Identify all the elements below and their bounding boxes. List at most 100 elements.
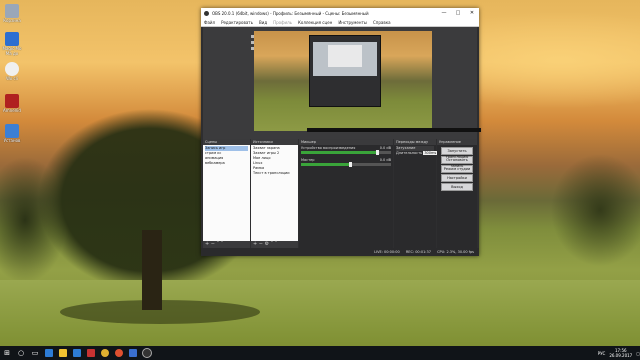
explorer-icon[interactable] [56,346,70,360]
source-item[interactable]: Текст в трансляции [253,171,296,176]
preview-canvas[interactable] [254,31,481,132]
live-status: LIVE: 00:00:00 [374,250,400,254]
scene-item[interactable]: вебкамера [205,161,248,166]
notifications-icon[interactable]: ▢ [636,351,640,356]
desktop-icon-install[interactable]: Установ [2,124,22,143]
mixer-dock: Микшер Устройство воспроизведения 0.0 dB… [299,139,393,248]
volume-level [301,151,378,154]
start-icon[interactable]: ⊞ [0,346,14,360]
app-icon [5,32,19,46]
window-title: OBS 20.0.1 (64bit, windows) - Профиль: Б… [212,10,369,16]
desktop-icon-label: Установ [3,138,21,143]
menu-file[interactable]: Файл [204,20,215,25]
chrome-icon[interactable] [98,346,112,360]
sources-toolbar: + − ⚙ ˄ ˅ [251,241,298,248]
mixer-channel: Устройство воспроизведения 0.0 dB [301,146,391,155]
start-streaming-button[interactable]: Запустить трансляцию [441,147,473,159]
menu-tools[interactable]: Инструменты [338,20,367,25]
nested-preview-window [328,45,362,67]
sources-list: Захват экрана Захват игры 2 Мое лицо Lin… [251,145,298,241]
docks: Сцены Запись игр стрим кс анимация вебка… [203,139,477,248]
volume-meter [301,162,391,167]
studio-mode-button[interactable]: Режим студии [441,165,473,173]
status-bar: LIVE: 00:00:00 REC: 00:01:37 CPU: 2.3%, … [201,248,479,256]
app-icon [5,94,19,108]
down-icon[interactable]: ˅ [221,241,224,247]
volume-meter [301,150,391,155]
clock[interactable]: 17:56 26.09.2017 [609,348,632,358]
wallpaper-tree-trunk [142,230,162,310]
language-indicator[interactable]: РУС [598,351,606,356]
scenes-list: Запись игр стрим кс анимация вебкамера [203,145,250,241]
cpu-status: CPU: 2.3%, 30.00 fps [437,250,474,254]
task-view-icon[interactable]: ▭ [28,346,42,360]
desktop-icon-recycle-bin[interactable]: Корзина [2,4,22,23]
desktop-icon-label: Корзина [3,18,21,23]
duration-label: Длительность [396,151,423,155]
channel-name: Мастер [301,158,315,162]
desktop-icon-amnevid[interactable]: AmneVid [2,94,22,113]
system-tray: РУС 17:56 26.09.2017 ▢ [598,348,640,358]
channel-name: Устройство воспроизведения [301,146,356,150]
duration-input[interactable]: 300ms [423,151,438,155]
app-icon[interactable] [84,346,98,360]
duration-row: Длительность 300ms [396,151,438,156]
nested-preview [309,35,381,107]
desktop-icon-magic[interactable]: Magic Mo Ma до [2,32,22,56]
obs-window: OBS 20.0.1 (64bit, windows) - Профиль: Б… [201,8,481,256]
gear-icon[interactable]: ⚙ [265,241,269,247]
settings-button[interactable]: Настройки [441,174,473,182]
transitions-dock: Переходы между сценами Затухание Длитель… [394,139,438,248]
menu-scene-collection[interactable]: Коллекция сцен [298,20,332,25]
volume-slider[interactable] [375,150,379,155]
minimize-button[interactable]: — [437,8,451,18]
taskbar: ⊞ ○ ▭ РУС 17:56 26.09.2017 ▢ [0,346,640,360]
mixer-body: Устройство воспроизведения 0.0 dB Мастер… [299,145,393,248]
menu-help[interactable]: Справка [373,20,391,25]
store-icon[interactable] [70,346,84,360]
desktop-icon-label: Wo cli [6,76,18,81]
channel-db: 0.0 dB [379,146,391,150]
up-icon[interactable]: ˄ [271,241,274,247]
desktop-icon-label: Magic Mo Ma до [2,46,22,56]
menu-bar: Файл Редактировать Вид Профиль Коллекция… [201,18,479,27]
app-icon[interactable] [112,346,126,360]
menu-profile[interactable]: Профиль [273,20,292,25]
app-icon[interactable] [126,346,140,360]
obs-icon[interactable] [140,346,154,360]
add-icon[interactable]: + [205,241,209,247]
transitions-body: Затухание Длительность 300ms [394,145,438,248]
volume-slider[interactable] [348,162,352,167]
edge-icon[interactable] [42,346,56,360]
app-icon [5,62,19,76]
app-icon [5,124,19,138]
preview-taskbar [307,128,481,132]
recycle-bin-icon [5,4,19,18]
volume-level [301,163,351,166]
clock-date: 26.09.2017 [609,353,633,358]
menu-view[interactable]: Вид [259,20,267,25]
exit-button[interactable]: Выход [441,183,473,191]
maximize-button[interactable]: □ [451,8,465,18]
scenes-toolbar: + − ˄ ˅ [203,241,250,248]
search-icon[interactable]: ○ [14,346,28,360]
controls-body: Запустить трансляцию Остановить запись Р… [437,145,477,248]
remove-icon[interactable]: − [211,241,215,247]
mixer-channel: Мастер 0.0 dB [301,158,391,167]
menu-edit[interactable]: Редактировать [221,20,253,25]
up-icon[interactable]: ˄ [217,241,220,247]
down-icon[interactable]: ˅ [275,241,278,247]
channel-db: 0.0 dB [379,158,391,162]
remove-icon[interactable]: − [259,241,263,247]
obs-icon [204,10,209,16]
close-button[interactable]: ✕ [465,8,479,18]
preview-area[interactable] [203,27,481,139]
desktop-icon-wo[interactable]: Wo cli [2,62,22,81]
rec-status: REC: 00:01:37 [405,250,431,254]
desktop-icon-label: AmneVid [3,108,21,113]
scenes-dock: Сцены Запись игр стрим кс анимация вебка… [203,139,250,248]
sources-dock: Источники Захват экрана Захват игры 2 Мо… [251,139,298,248]
title-bar[interactable]: OBS 20.0.1 (64bit, windows) - Профиль: Б… [201,8,479,18]
add-icon[interactable]: + [253,241,257,247]
desktop: Корзина Magic Mo Ma до Wo cli AmneVid Ус… [0,0,640,346]
